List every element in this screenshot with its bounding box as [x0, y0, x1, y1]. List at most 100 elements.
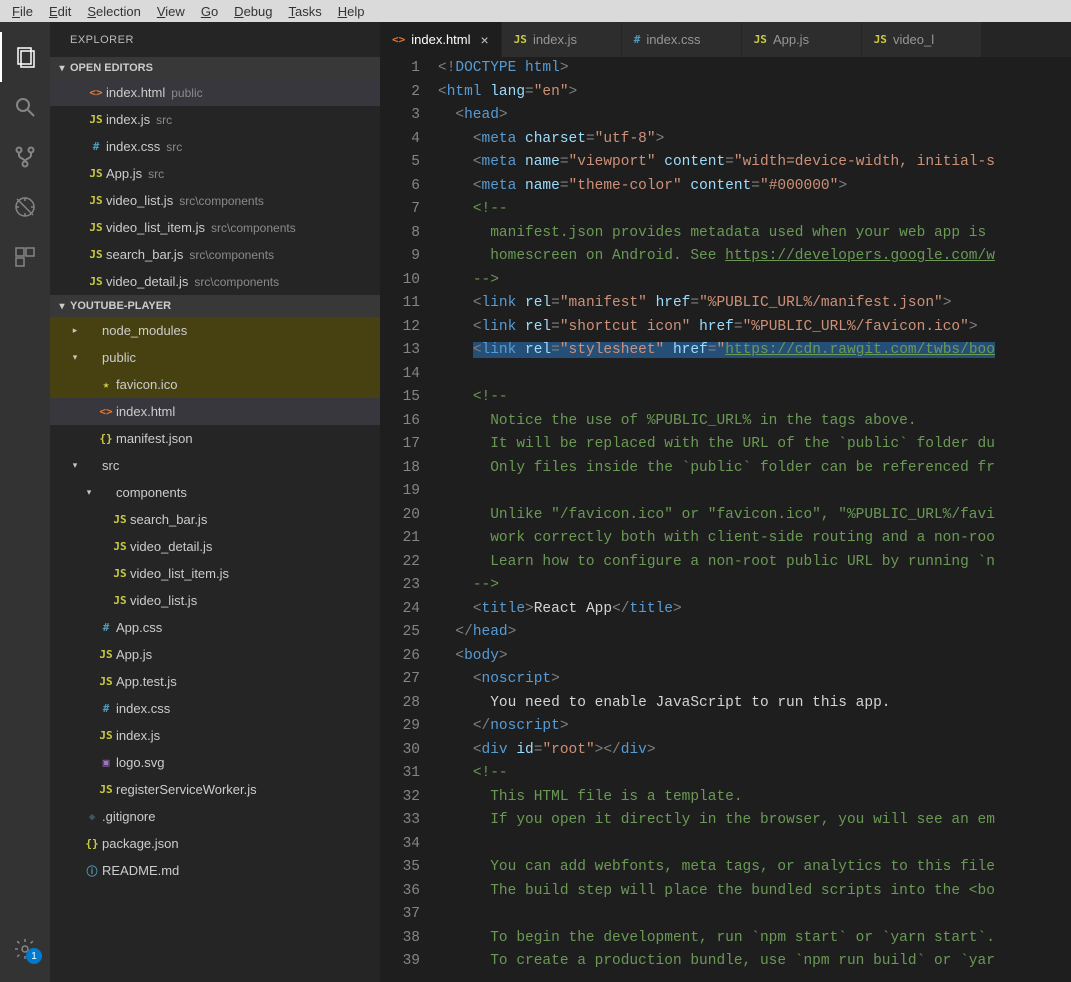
- code-line[interactable]: Only files inside the `public` folder ca…: [438, 457, 1071, 481]
- code-line[interactable]: <!--: [438, 386, 1071, 410]
- folder-item[interactable]: ▸node_modules: [50, 317, 380, 344]
- code-line[interactable]: To create a production bundle, use `npm …: [438, 950, 1071, 974]
- file-item[interactable]: {}package.json: [50, 830, 380, 857]
- open-editor-item[interactable]: JSvideo_list.jssrc\components: [50, 187, 380, 214]
- file-item[interactable]: ◆.gitignore: [50, 803, 380, 830]
- tab[interactable]: JSindex.js: [502, 22, 622, 57]
- folder-item[interactable]: ▾src: [50, 452, 380, 479]
- menu-help[interactable]: Help: [330, 4, 373, 19]
- tab[interactable]: JSvideo_l: [862, 22, 982, 57]
- file-item[interactable]: JSvideo_list_item.js: [50, 560, 380, 587]
- code-line[interactable]: [438, 833, 1071, 857]
- file-item[interactable]: JSregisterServiceWorker.js: [50, 776, 380, 803]
- file-item[interactable]: ▣logo.svg: [50, 749, 380, 776]
- code-line[interactable]: Notice the use of %PUBLIC_URL% in the ta…: [438, 410, 1071, 434]
- code-line[interactable]: Learn how to configure a non-root public…: [438, 551, 1071, 575]
- section-project[interactable]: ▾ YOUTUBE-PLAYER: [50, 295, 380, 317]
- code-line[interactable]: -->: [438, 269, 1071, 293]
- code-line[interactable]: To begin the development, run `npm start…: [438, 927, 1071, 951]
- file-item[interactable]: <>index.html: [50, 398, 380, 425]
- code-line[interactable]: <title>React App</title>: [438, 598, 1071, 622]
- file-item[interactable]: JSindex.js: [50, 722, 380, 749]
- file-item[interactable]: #index.css: [50, 695, 380, 722]
- code-line[interactable]: <!--: [438, 198, 1071, 222]
- open-editor-item[interactable]: JSvideo_detail.jssrc\components: [50, 268, 380, 295]
- menu-selection[interactable]: Selection: [79, 4, 148, 19]
- code-content[interactable]: <!DOCTYPE html><html lang="en"> <head> <…: [438, 57, 1071, 982]
- code-line[interactable]: <noscript>: [438, 668, 1071, 692]
- code-line[interactable]: It will be replaced with the URL of the …: [438, 433, 1071, 457]
- debug-icon[interactable]: [0, 182, 50, 232]
- code-line[interactable]: work correctly both with client-side rou…: [438, 527, 1071, 551]
- file-path: src\components: [179, 194, 264, 208]
- code-line[interactable]: [438, 480, 1071, 504]
- menu-view[interactable]: View: [149, 4, 193, 19]
- settings-gear-icon[interactable]: 1: [0, 924, 50, 974]
- menu-debug[interactable]: Debug: [226, 4, 280, 19]
- code-line[interactable]: </head>: [438, 621, 1071, 645]
- code-line[interactable]: <div id="root"></div>: [438, 739, 1071, 763]
- open-editor-item[interactable]: <>index.htmlpublic: [50, 79, 380, 106]
- code-editor[interactable]: 1234567891011121314151617181920212223242…: [380, 57, 1071, 982]
- code-line[interactable]: manifest.json provides metadata used whe…: [438, 222, 1071, 246]
- code-line[interactable]: If you open it directly in the browser, …: [438, 809, 1071, 833]
- code-line[interactable]: homescreen on Android. See https://devel…: [438, 245, 1071, 269]
- file-item[interactable]: {}manifest.json: [50, 425, 380, 452]
- code-line[interactable]: [438, 363, 1071, 387]
- code-line[interactable]: <html lang="en">: [438, 81, 1071, 105]
- line-number: 4: [380, 128, 420, 152]
- line-number: 3: [380, 104, 420, 128]
- code-line[interactable]: <meta charset="utf-8">: [438, 128, 1071, 152]
- code-line[interactable]: <head>: [438, 104, 1071, 128]
- code-line[interactable]: <body>: [438, 645, 1071, 669]
- open-editor-item[interactable]: #index.csssrc: [50, 133, 380, 160]
- code-line[interactable]: <meta name="theme-color" content="#00000…: [438, 175, 1071, 199]
- code-line[interactable]: <!--: [438, 762, 1071, 786]
- file-item[interactable]: ⓘREADME.md: [50, 857, 380, 884]
- tab[interactable]: <>index.html×: [380, 22, 502, 57]
- search-icon[interactable]: [0, 82, 50, 132]
- menu-tasks[interactable]: Tasks: [280, 4, 329, 19]
- line-number: 36: [380, 880, 420, 904]
- menu-edit[interactable]: Edit: [41, 4, 79, 19]
- source-control-icon[interactable]: [0, 132, 50, 182]
- code-line[interactable]: <link rel="manifest" href="%PUBLIC_URL%/…: [438, 292, 1071, 316]
- code-line[interactable]: You can add webfonts, meta tags, or anal…: [438, 856, 1071, 880]
- file-item[interactable]: ★favicon.ico: [50, 371, 380, 398]
- file-item[interactable]: JSsearch_bar.js: [50, 506, 380, 533]
- code-line[interactable]: <link rel="stylesheet" href="https://cdn…: [438, 339, 1071, 363]
- code-line[interactable]: <meta name="viewport" content="width=dev…: [438, 151, 1071, 175]
- menu-go[interactable]: Go: [193, 4, 226, 19]
- code-line[interactable]: Unlike "/favicon.ico" or "favicon.ico", …: [438, 504, 1071, 528]
- file-item[interactable]: #App.css: [50, 614, 380, 641]
- file-label: index.css: [106, 139, 160, 154]
- code-line[interactable]: This HTML file is a template.: [438, 786, 1071, 810]
- file-item[interactable]: JSApp.test.js: [50, 668, 380, 695]
- extensions-icon[interactable]: [0, 232, 50, 282]
- line-gutter: 1234567891011121314151617181920212223242…: [380, 57, 438, 982]
- code-line[interactable]: <link rel="shortcut icon" href="%PUBLIC_…: [438, 316, 1071, 340]
- open-editor-item[interactable]: JSApp.jssrc: [50, 160, 380, 187]
- menu-file[interactable]: File: [4, 4, 41, 19]
- open-editor-item[interactable]: JSsearch_bar.jssrc\components: [50, 241, 380, 268]
- tab[interactable]: JSApp.js: [742, 22, 862, 57]
- file-icon: JS: [110, 594, 130, 607]
- code-line[interactable]: </noscript>: [438, 715, 1071, 739]
- explorer-icon[interactable]: [0, 32, 50, 82]
- section-open-editors[interactable]: ▾ OPEN EDITORS: [50, 57, 380, 79]
- code-line[interactable]: You need to enable JavaScript to run thi…: [438, 692, 1071, 716]
- folder-item[interactable]: ▾components: [50, 479, 380, 506]
- file-item[interactable]: JSApp.js: [50, 641, 380, 668]
- close-icon[interactable]: ×: [481, 32, 489, 48]
- open-editor-item[interactable]: JSindex.jssrc: [50, 106, 380, 133]
- open-editor-item[interactable]: JSvideo_list_item.jssrc\components: [50, 214, 380, 241]
- file-item[interactable]: JSvideo_list.js: [50, 587, 380, 614]
- tab[interactable]: #index.css: [622, 22, 742, 57]
- code-line[interactable]: [438, 903, 1071, 927]
- code-line[interactable]: <!DOCTYPE html>: [438, 57, 1071, 81]
- code-line[interactable]: The build step will place the bundled sc…: [438, 880, 1071, 904]
- file-item[interactable]: JSvideo_detail.js: [50, 533, 380, 560]
- folder-item[interactable]: ▾public: [50, 344, 380, 371]
- line-number: 14: [380, 363, 420, 387]
- code-line[interactable]: -->: [438, 574, 1071, 598]
